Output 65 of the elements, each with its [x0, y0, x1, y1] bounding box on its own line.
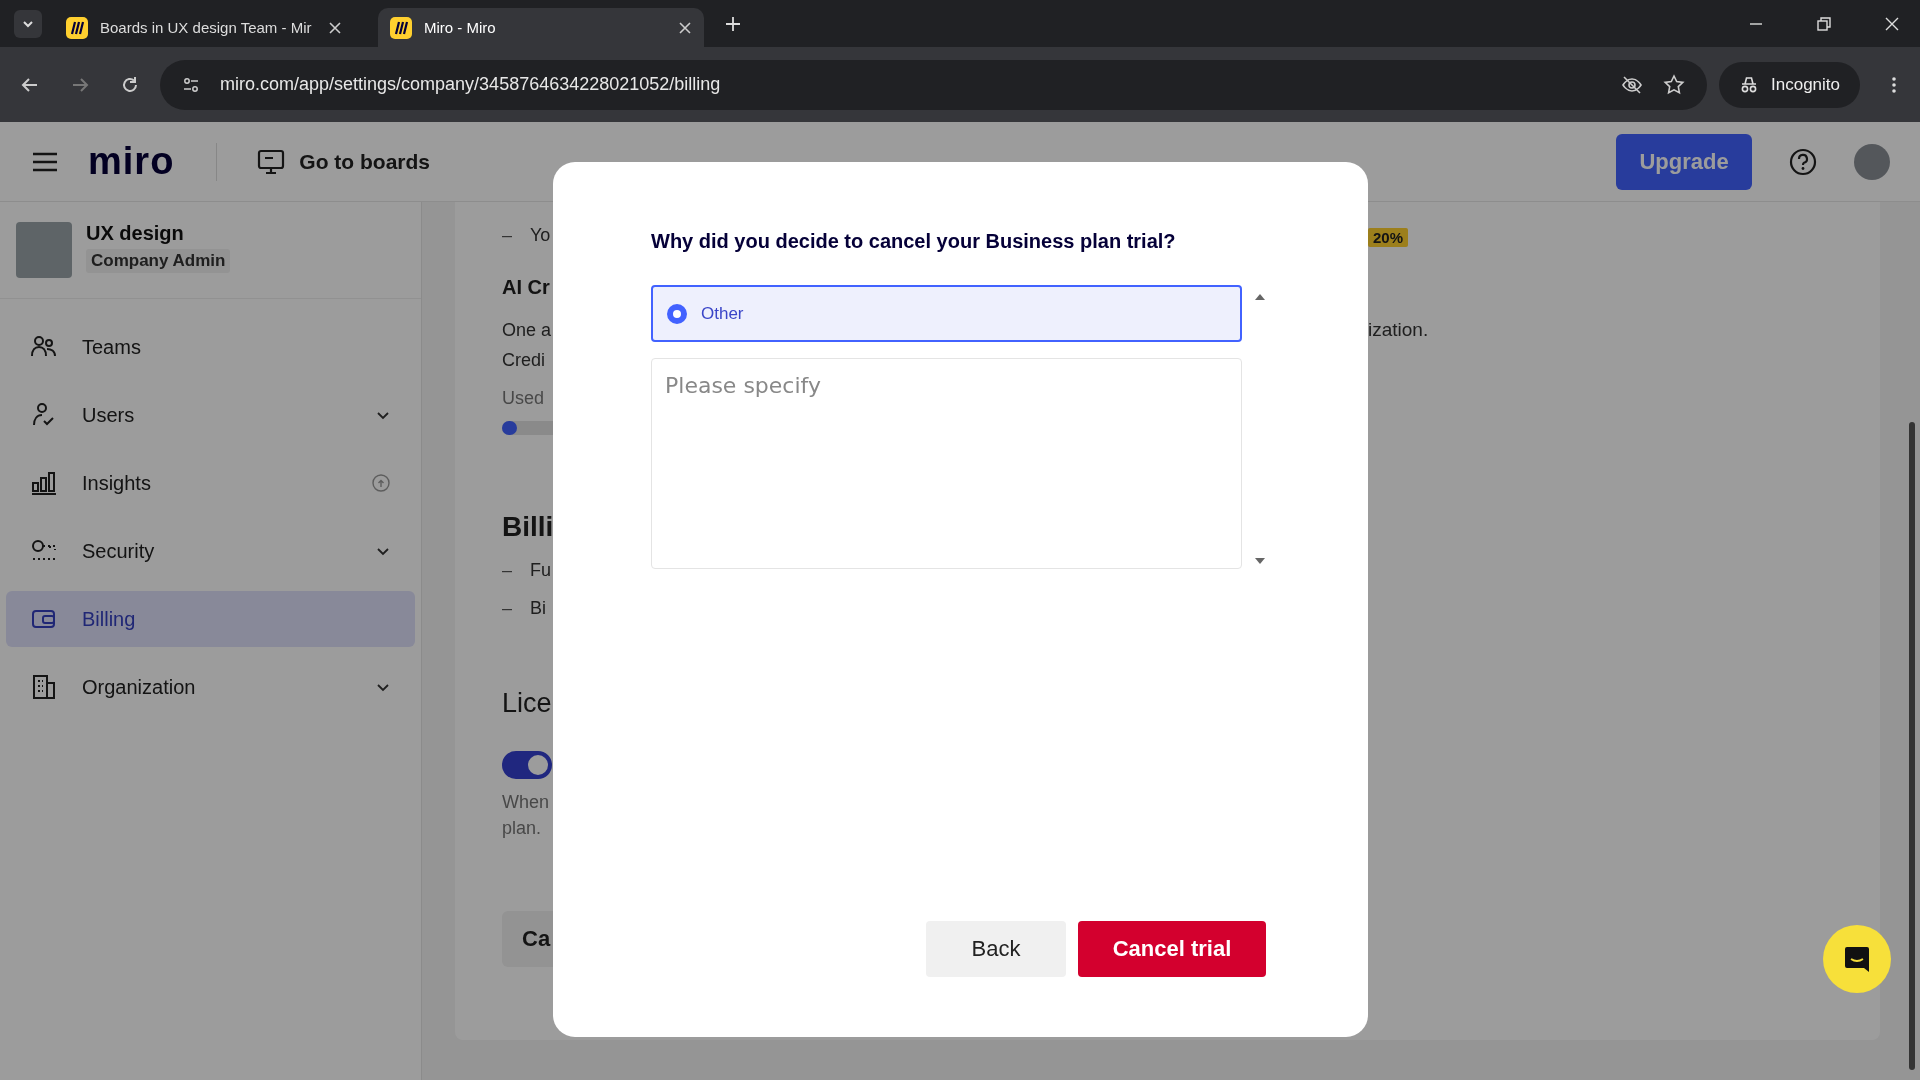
- radio-option[interactable]: Other: [651, 285, 1242, 342]
- section-heading: Billi: [502, 510, 553, 544]
- chat-icon: [1842, 944, 1872, 974]
- workspace-name: UX design: [86, 222, 185, 245]
- tab-title: Miro - Miro: [424, 19, 497, 36]
- radio-button[interactable]: [667, 303, 687, 324]
- body-text: ization.: [1368, 319, 1429, 341]
- tab-list-button[interactable]: [14, 9, 42, 38]
- browser-tab[interactable]: Boards in UX design Team - Mir: [54, 8, 354, 47]
- scroll-up-icon[interactable]: [1254, 293, 1266, 301]
- sidebar-item[interactable]: Teams: [6, 319, 415, 375]
- close-icon[interactable]: [678, 20, 692, 35]
- incognito-icon: [1739, 75, 1759, 94]
- favicon-icon: [390, 16, 412, 39]
- nav-icon: [30, 469, 58, 497]
- help-icon[interactable]: [1788, 146, 1818, 177]
- cancel-trial-button[interactable]: Cancel trial: [1078, 921, 1266, 977]
- sidebar-item[interactable]: Billing: [6, 591, 415, 647]
- back-button[interactable]: Back: [926, 921, 1066, 977]
- bullet-dash: –: [502, 224, 512, 246]
- bullet-dash: –: [502, 597, 512, 619]
- body-text: One a: [502, 319, 553, 342]
- discount-badge: 20%: [1368, 228, 1409, 247]
- star-icon[interactable]: [1663, 73, 1685, 96]
- sidebar-item[interactable]: Users: [6, 387, 415, 443]
- page-button[interactable]: Ca: [502, 911, 553, 967]
- sidebar-item[interactable]: Security: [6, 523, 415, 579]
- sidebar-item[interactable]: Organization: [6, 659, 415, 715]
- avatar[interactable]: [1854, 143, 1890, 180]
- list-text: Fu: [530, 559, 552, 581]
- dialog-question: Why did you decide to cancel your Business plan trial?: [651, 230, 1177, 253]
- logo[interactable]: miro: [88, 140, 175, 183]
- eye-slash-icon[interactable]: [1621, 73, 1643, 96]
- incognito-indicator[interactable]: Incognito: [1719, 61, 1860, 108]
- go-to-boards-button[interactable]: Go to boards: [257, 148, 431, 175]
- scroll-down-icon[interactable]: [1254, 557, 1266, 565]
- new-tab-icon[interactable]: [724, 14, 742, 33]
- reload-icon[interactable]: [120, 74, 140, 95]
- browser-tab[interactable]: Miro - Miro: [378, 8, 704, 47]
- more-icon[interactable]: [1890, 74, 1898, 95]
- nav-icon: [30, 673, 58, 701]
- role-label: Company Admin: [86, 249, 231, 273]
- list-text: Yo: [530, 224, 551, 246]
- workspace-image: [16, 222, 72, 278]
- restore-icon[interactable]: [1816, 15, 1832, 32]
- body-text: When: [502, 791, 551, 814]
- close-icon[interactable]: [1884, 15, 1900, 32]
- toggle-switch[interactable]: [502, 751, 552, 779]
- sidebar-item[interactable]: Insights: [6, 455, 415, 511]
- menu-icon[interactable]: [32, 150, 58, 173]
- section-heading: AI Cr: [502, 275, 551, 300]
- tab-title: Boards in UX design Team - Mir: [100, 19, 313, 36]
- bullet-dash: –: [502, 559, 512, 581]
- body-text: Used: [502, 387, 546, 410]
- upgrade-button[interactable]: Upgrade: [1616, 133, 1752, 190]
- favicon-icon: [66, 16, 88, 39]
- close-icon[interactable]: [328, 20, 342, 35]
- details-field[interactable]: Please specify: [651, 358, 1242, 569]
- list-text: Bi: [530, 597, 547, 619]
- body-text: plan.: [502, 817, 543, 840]
- section-heading: Lice: [502, 687, 553, 720]
- address-field[interactable]: miro.com/app/settings/company/3458764634228021052/billing: [160, 59, 1707, 110]
- body-text: Credi: [502, 349, 546, 372]
- board-icon: [257, 148, 286, 175]
- site-settings-icon[interactable]: [182, 75, 200, 94]
